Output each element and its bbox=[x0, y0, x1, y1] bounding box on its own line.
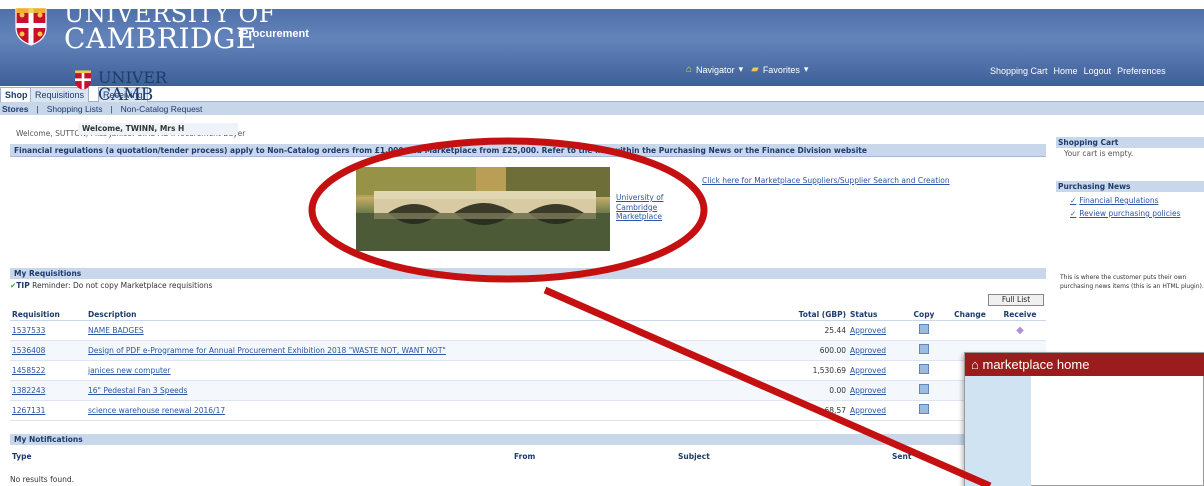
annotation-arrow-line bbox=[543, 286, 992, 486]
annotation-overlay bbox=[308, 137, 992, 486]
highlight-ellipse bbox=[308, 137, 708, 283]
